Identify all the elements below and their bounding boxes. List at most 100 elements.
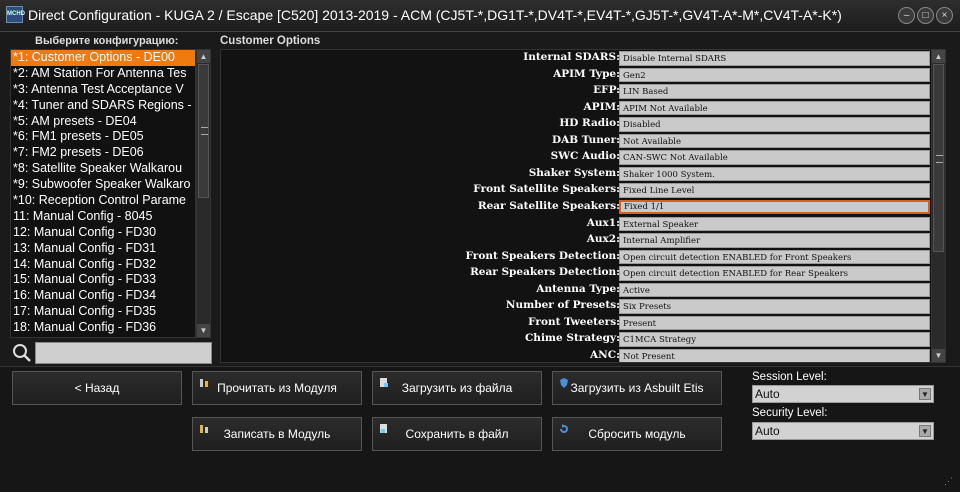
option-label: Rear Speakers Detection: [470,266,620,279]
session-level-value: Auto [755,387,780,401]
close-icon[interactable]: × [936,7,953,24]
window-title: Direct Configuration - KUGA 2 / Escape [… [28,7,842,23]
option-row: Antenna Type: Active [221,282,931,299]
option-label: ANC: [590,348,620,361]
option-value-select[interactable]: Disabled [619,117,930,132]
options-scrollbar[interactable]: ▲ ▼ [931,50,945,362]
option-value-select[interactable]: Open circuit detection ENABLED for Rear … [619,266,930,281]
options-header: Customer Options [220,35,321,47]
option-row: Front Satellite Speakers: Fixed Line Leve… [221,182,931,199]
option-value-select[interactable]: Open circuit detection ENABLED for Front… [619,249,930,265]
reset-icon [560,424,568,433]
scroll-down-icon[interactable]: ▼ [932,349,945,362]
config-list-item[interactable]: *7: FM2 presets - DE06 [11,145,195,161]
option-label: APIM Type: [553,67,620,80]
reset-module-button[interactable]: Сбросить модуль [552,417,722,451]
option-label: Internal SDARS: [523,51,620,63]
option-value-select[interactable]: Fixed Line Level [619,183,930,198]
option-value-select[interactable]: Internal Amplifier [619,233,930,248]
resize-grip-icon[interactable]: ⋰ [944,476,956,488]
config-list-item[interactable]: 16: Manual Config - FD34 [11,288,195,304]
app-icon: MCHD [6,6,25,23]
option-value-select[interactable]: Fixed 1/1 [619,199,930,215]
config-list-item[interactable]: 14: Manual Config - FD32 [11,257,195,273]
option-value-select[interactable]: CAN-SWC Not Available [619,150,930,165]
config-list-item[interactable]: *3: Antenna Test Acceptance V [11,82,195,98]
config-list-item[interactable]: *5: AM presets - DE04 [11,114,195,130]
grip-icon [201,127,208,135]
option-value-select[interactable]: C1MCA Strategy [619,332,930,347]
session-level-select[interactable]: Auto ▼ [752,385,934,403]
read-module-button[interactable]: Прочитать из Модуля [192,371,362,405]
minimize-icon[interactable]: – [898,7,915,24]
option-row: EFP: LIN Based [221,83,931,100]
search-row [10,341,212,365]
option-value-select[interactable]: Present [619,315,930,331]
option-label: SWC Audio: [550,150,620,163]
option-row: APIM Type: Gen2 [221,67,931,84]
config-list-item[interactable]: *4: Tuner and SDARS Regions - [11,98,195,114]
config-list-item[interactable]: *9: Subwoofer Speaker Walkaro [11,177,195,193]
option-value-select[interactable]: Shaker 1000 System. [619,166,930,182]
scroll-up-icon[interactable]: ▲ [197,50,210,63]
save-file-button[interactable]: Сохранить в файл [372,417,542,451]
config-list-header: Выберите конфигурацию: [35,35,179,47]
write-module-button[interactable]: Записать в Модуль [192,417,362,451]
save-file-label: Сохранить в файл [405,427,509,441]
scroll-down-icon[interactable]: ▼ [197,324,210,337]
option-value-select[interactable]: Not Available [619,133,930,149]
option-value-select[interactable]: Gen2 [619,67,930,83]
load-asbuilt-button[interactable]: Загрузить из Asbuilt Etis [552,371,722,405]
config-list-scrollbar[interactable]: ▲ ▼ [196,49,211,338]
search-input[interactable] [35,342,212,364]
option-row: Shaker System: Shaker 1000 System. [221,166,931,183]
read-module-label: Прочитать из Модуля [217,381,337,395]
maximize-icon[interactable]: □ [917,7,934,24]
config-list-item[interactable]: 17: Manual Config - FD35 [11,304,195,320]
option-value-select[interactable]: External Speaker [619,216,930,231]
option-row: HD Radio: Disabled [221,116,931,133]
config-list-item[interactable]: 18: Manual Config - FD36 [11,320,195,336]
option-value-select[interactable]: LIN Based [619,84,930,99]
option-row: DAB Tuner: Not Available [221,133,931,150]
load-file-button[interactable]: Загрузить из файла [372,371,542,405]
scroll-thumb[interactable] [933,64,944,252]
option-label: Shaker System: [528,166,620,179]
options-panel: Internal SDARS: Disable Internal SDARS API… [220,49,946,363]
security-level-select[interactable]: Auto ▼ [752,422,934,440]
action-bar: < Назад Прочитать из Модуля Загрузить из… [0,366,960,492]
back-button[interactable]: < Назад [12,371,182,405]
config-list[interactable]: *1: Customer Options - DE00 *2: AM Statio… [10,49,196,338]
config-list-item[interactable]: *1: Customer Options - DE00 [11,50,195,66]
save-icon [380,424,387,433]
file-icon [380,378,388,387]
config-list-item[interactable]: 12: Manual Config - FD30 [11,225,195,241]
option-label: Front Speakers Detection: [465,249,620,262]
option-row: Rear Satellite Speakers: Fixed 1/1 [221,199,931,216]
config-list-item[interactable]: *8: Satellite Speaker Walkarou [11,161,195,177]
session-level-label: Session Level: [752,371,827,383]
search-icon[interactable] [12,343,32,363]
option-label: DAB Tuner: [552,133,620,146]
chevron-down-icon: ▼ [919,425,931,437]
config-list-item[interactable]: 13: Manual Config - FD31 [11,241,195,257]
config-list-item[interactable]: 11: Manual Config - 8045 [11,209,195,225]
config-list-item[interactable]: 15: Manual Config - FD33 [11,272,195,288]
config-list-item[interactable]: *6: FM1 presets - DE05 [11,129,195,145]
reset-module-label: Сбросить модуль [588,427,686,441]
scroll-thumb[interactable] [198,64,209,198]
config-list-item[interactable]: *10: Reception Control Parame [11,193,195,209]
config-list-item[interactable]: 19: Manual Config - FD37 [11,336,195,337]
option-row: SWC Audio: CAN-SWC Not Available [221,149,931,166]
option-row: Front Speakers Detection: Open circuit de… [221,249,931,266]
option-value-select[interactable]: Disable Internal SDARS [619,51,930,66]
option-value-select[interactable]: Active [619,282,930,298]
option-value-select[interactable]: Six Presets [619,299,930,314]
option-value-select[interactable]: APIM Not Available [619,100,930,116]
scroll-up-icon[interactable]: ▲ [932,50,945,63]
config-list-item[interactable]: *2: AM Station For Antenna Tes [11,66,195,82]
option-label: Number of Presets: [505,299,620,312]
security-level-value: Auto [755,424,780,438]
option-value-select[interactable]: Not Present [619,348,930,362]
option-label: HD Radio: [559,117,620,130]
